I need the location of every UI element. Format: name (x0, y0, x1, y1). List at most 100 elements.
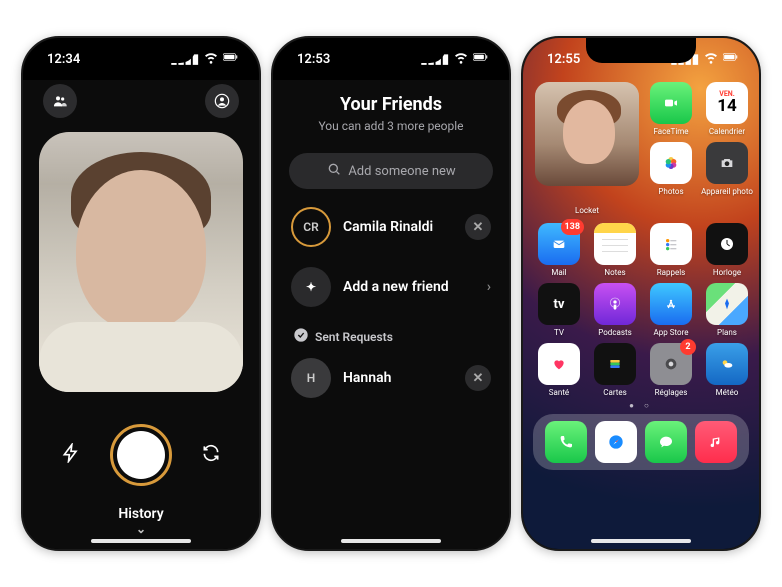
app-notes[interactable]: Notes (589, 223, 641, 277)
notch (86, 38, 196, 63)
friends-icon[interactable] (43, 84, 77, 118)
app-label: Plans (717, 328, 737, 337)
flash-icon[interactable] (61, 443, 81, 467)
app-label: Réglages (655, 388, 688, 397)
mail-icon: 138 (538, 223, 580, 265)
sent-requests-header: Sent Requests (273, 317, 509, 348)
cancel-request-icon[interactable]: ✕ (465, 365, 491, 391)
podcasts-icon (594, 283, 636, 325)
wifi-icon (703, 49, 719, 69)
app-label: Appareil photo (701, 187, 753, 196)
pending-name: Hannah (343, 370, 391, 386)
app-label: Podcasts (598, 328, 631, 337)
tv-icon: tv (538, 283, 580, 325)
badge: 138 (561, 219, 585, 235)
chevron-down-icon: ⌄ (23, 522, 259, 536)
app-podcasts[interactable]: Podcasts (589, 283, 641, 337)
app-photos[interactable]: Photos (645, 142, 697, 196)
home-indicator[interactable] (591, 539, 691, 543)
clock: 12:53 (297, 52, 330, 67)
add-someone-search[interactable]: Add someone new (289, 153, 493, 189)
clock-icon (706, 223, 748, 265)
camera-viewfinder[interactable] (39, 132, 243, 392)
app-clock[interactable]: Horloge (701, 223, 753, 277)
phone-homescreen: 12:55 ▮▮▮▮ FaceTime (521, 36, 761, 551)
calendar-icon: VEN. 14 (706, 82, 748, 124)
notes-icon (594, 223, 636, 265)
app-settings[interactable]: 2 Réglages (645, 343, 697, 397)
app-grid: FaceTime VEN. 14 Calendrier Photos (523, 80, 759, 399)
dock-music-icon[interactable] (695, 421, 737, 463)
app-label: Mail (551, 268, 566, 277)
search-icon (326, 161, 342, 181)
photos-icon (650, 142, 692, 184)
shutter-button[interactable] (110, 424, 172, 486)
dock (533, 414, 749, 470)
app-label: Photos (658, 187, 683, 196)
sheet-header: Your Friends You can add 3 more people (273, 80, 509, 139)
sent-requests-label: Sent Requests (315, 330, 393, 344)
app-mail[interactable]: 138 Mail (533, 223, 585, 277)
weather-icon (706, 343, 748, 385)
remove-friend-icon[interactable]: ✕ (465, 214, 491, 240)
page-dots[interactable]: ● ○ (523, 399, 759, 414)
app-tv[interactable]: tv TV (533, 283, 585, 337)
friends-title: Your Friends (293, 94, 489, 115)
pending-avatar: H (291, 358, 331, 398)
battery-icon (723, 49, 739, 69)
battery-icon (473, 49, 489, 69)
notch (336, 38, 446, 63)
friend-row[interactable]: CR Camila Rinaldi ✕ (273, 197, 509, 257)
app-facetime[interactable]: FaceTime (645, 82, 697, 136)
wallet-icon (594, 343, 636, 385)
locket-widget[interactable] (535, 82, 639, 186)
battery-icon (223, 49, 239, 69)
widget-label: Locket (575, 206, 599, 215)
app-label: Rappels (657, 268, 686, 277)
app-appstore[interactable]: App Store (645, 283, 697, 337)
dock-phone-icon[interactable] (545, 421, 587, 463)
ios-home-screen: 12:55 ▮▮▮▮ FaceTime (523, 38, 759, 549)
pending-row[interactable]: H Hannah ✕ (273, 348, 509, 408)
app-health[interactable]: Santé (533, 343, 585, 397)
maps-icon (706, 283, 748, 325)
phone-friends: 12:53 ▮▮▮▮ Your Friends You can add 3 mo… (271, 36, 511, 551)
camera-icon (706, 142, 748, 184)
health-icon (538, 343, 580, 385)
add-friend-row[interactable]: ✦ Add a new friend › (273, 257, 509, 317)
check-icon (293, 327, 309, 346)
camera-screen: History ⌄ (23, 80, 259, 549)
app-wallet[interactable]: Cartes (589, 343, 641, 397)
app-label: Santé (549, 388, 569, 397)
dock-messages-icon[interactable] (645, 421, 687, 463)
reminders-icon (650, 223, 692, 265)
cal-daynum: 14 (717, 98, 737, 115)
wifi-icon (203, 49, 219, 69)
history-button[interactable]: History ⌄ (23, 506, 259, 536)
dock-safari-icon[interactable] (595, 421, 637, 463)
home-indicator[interactable] (341, 539, 441, 543)
clock: 12:55 (547, 52, 580, 67)
app-reminders[interactable]: Rappels (645, 223, 697, 277)
app-label: Cartes (603, 388, 626, 397)
app-label: FaceTime (653, 127, 688, 136)
sparkle-icon: ✦ (291, 267, 331, 307)
app-camera[interactable]: Appareil photo (701, 142, 753, 196)
friends-screen: Your Friends You can add 3 more people A… (273, 80, 509, 549)
app-calendar[interactable]: VEN. 14 Calendrier (701, 82, 753, 136)
friend-name: Camila Rinaldi (343, 219, 433, 235)
history-label: History (23, 506, 259, 522)
face-placeholder (76, 170, 206, 330)
friend-avatar: CR (291, 207, 331, 247)
app-label: App Store (654, 328, 689, 337)
switch-camera-icon[interactable] (201, 443, 221, 467)
app-label: Horloge (713, 268, 741, 277)
app-label: Météo (716, 388, 739, 397)
app-maps[interactable]: Plans (701, 283, 753, 337)
wifi-icon (453, 49, 469, 69)
app-label: Calendrier (709, 127, 745, 136)
app-label: TV (554, 328, 564, 337)
app-weather[interactable]: Météo (701, 343, 753, 397)
profile-icon[interactable] (205, 84, 239, 118)
home-indicator[interactable] (91, 539, 191, 543)
